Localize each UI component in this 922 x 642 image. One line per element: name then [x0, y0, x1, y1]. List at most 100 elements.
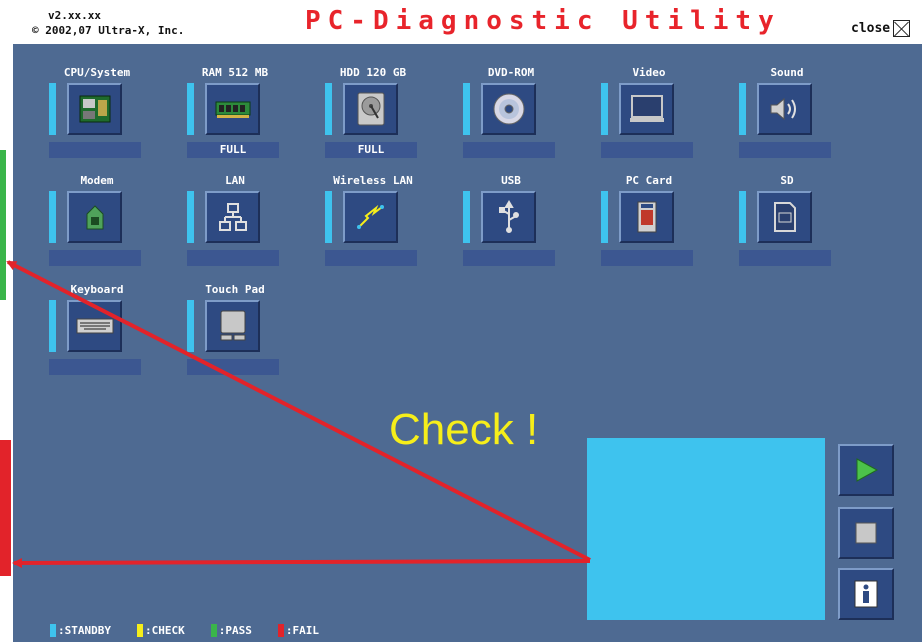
device-ram[interactable]: RAM 512 MB FULL — [187, 66, 283, 186]
device-status — [187, 250, 279, 266]
copyright-label: © 2002,07 Ultra-X, Inc. — [32, 24, 185, 37]
sd-card-icon[interactable] — [757, 191, 812, 243]
keyboard-icon[interactable] — [67, 300, 122, 352]
version-label: v2.xx.xx — [48, 9, 101, 22]
device-label: Wireless LAN — [333, 174, 413, 187]
legend-fail: :FAIL — [277, 624, 319, 637]
stop-icon — [855, 522, 877, 544]
legend-swatch — [210, 624, 217, 637]
device-status-indicator — [187, 300, 194, 352]
device-keyboard[interactable]: Keyboard — [49, 283, 145, 403]
device-label: USB — [501, 174, 521, 187]
device-status — [325, 250, 417, 266]
legend-label: :STANDBY — [58, 624, 111, 637]
pc-card-icon[interactable] — [619, 191, 674, 243]
check-annotation: Check ! — [389, 405, 539, 454]
device-label: RAM 512 MB — [201, 66, 269, 79]
device-wireless-lan[interactable]: Wireless LAN — [325, 174, 421, 294]
device-status — [463, 142, 555, 158]
pass-side-marker — [0, 150, 6, 300]
legend-label: :FAIL — [285, 624, 319, 637]
cpu-icon[interactable] — [67, 83, 122, 135]
play-button[interactable] — [838, 444, 894, 496]
device-status — [187, 359, 279, 375]
usb-icon[interactable] — [481, 191, 536, 243]
device-label: Modem — [80, 174, 114, 187]
stop-button[interactable] — [838, 507, 894, 559]
lan-icon[interactable] — [205, 191, 260, 243]
device-label: DVD-ROM — [487, 66, 535, 79]
status-legend: :STANDBY :CHECK :PASS :FAIL — [50, 624, 319, 637]
device-status-indicator — [49, 83, 56, 135]
device-status-indicator — [187, 191, 194, 243]
close-label: close — [851, 21, 891, 36]
status-monitor-panel — [587, 438, 825, 620]
device-label: PC Card — [625, 174, 673, 187]
device-label: Video — [632, 66, 666, 79]
app-title: PC-Diagnostic Utility — [305, 6, 781, 36]
device-status-indicator — [49, 300, 56, 352]
play-icon — [856, 458, 879, 482]
device-label: CPU/System — [63, 66, 131, 79]
title-bar: v2.xx.xx © 2002,07 Ultra-X, Inc. PC-Diag… — [0, 0, 922, 44]
device-status — [739, 250, 831, 266]
device-touch-pad[interactable]: Touch Pad — [187, 283, 283, 403]
device-status — [601, 142, 693, 158]
device-status — [49, 250, 141, 266]
device-sd[interactable]: SD — [739, 174, 835, 294]
sound-icon[interactable] — [757, 83, 812, 135]
device-label: SD — [780, 174, 794, 187]
device-status — [49, 142, 141, 158]
device-hdd[interactable]: HDD 120 GB FULL — [325, 66, 421, 186]
legend-label: :CHECK — [144, 624, 185, 637]
modem-icon[interactable] — [67, 191, 122, 243]
device-cpu-system[interactable]: CPU/System — [49, 66, 145, 186]
device-status-indicator — [601, 83, 608, 135]
device-status — [739, 142, 831, 158]
device-status: FULL — [325, 142, 417, 158]
device-status-indicator — [325, 191, 332, 243]
device-video[interactable]: Video — [601, 66, 697, 186]
device-status: FULL — [187, 142, 279, 158]
device-status-indicator — [49, 191, 56, 243]
device-status-indicator — [463, 191, 470, 243]
info-icon — [854, 580, 878, 608]
legend-swatch — [277, 624, 284, 637]
device-status-indicator — [463, 83, 470, 135]
legend-label: :PASS — [218, 624, 252, 637]
close-button[interactable]: close — [851, 20, 911, 37]
device-status-indicator — [601, 191, 608, 243]
device-usb[interactable]: USB — [463, 174, 559, 294]
device-dvd-rom[interactable]: DVD-ROM — [463, 66, 559, 186]
info-button[interactable] — [838, 568, 894, 620]
device-label: LAN — [225, 174, 245, 187]
diagnostic-panel: CPU/System RAM 512 MB FULL HDD 120 GB FU… — [13, 44, 922, 642]
dvd-icon[interactable] — [481, 83, 536, 135]
legend-swatch — [136, 624, 143, 637]
device-status — [463, 250, 555, 266]
hdd-icon[interactable] — [343, 83, 398, 135]
device-modem[interactable]: Modem — [49, 174, 145, 294]
device-sound[interactable]: Sound — [739, 66, 835, 186]
legend-pass: :PASS — [210, 624, 252, 637]
device-status — [49, 359, 141, 375]
legend-standby: :STANDBY — [50, 624, 111, 637]
device-status — [601, 250, 693, 266]
device-status-indicator — [739, 191, 746, 243]
wireless-lan-icon[interactable] — [343, 191, 398, 243]
video-icon[interactable] — [619, 83, 674, 135]
device-label: Keyboard — [70, 283, 124, 296]
legend-swatch — [50, 624, 56, 637]
device-status-indicator — [739, 83, 746, 135]
device-status-indicator — [187, 83, 194, 135]
device-label: Touch Pad — [205, 283, 265, 296]
device-label: Sound — [770, 66, 804, 79]
close-icon[interactable] — [893, 20, 911, 37]
device-pc-card[interactable]: PC Card — [601, 174, 697, 294]
touchpad-icon[interactable] — [205, 300, 260, 352]
device-lan[interactable]: LAN — [187, 174, 283, 294]
legend-check: :CHECK — [136, 624, 185, 637]
device-label: HDD 120 GB — [339, 66, 407, 79]
ram-icon[interactable] — [205, 83, 260, 135]
fail-side-marker — [0, 440, 11, 576]
